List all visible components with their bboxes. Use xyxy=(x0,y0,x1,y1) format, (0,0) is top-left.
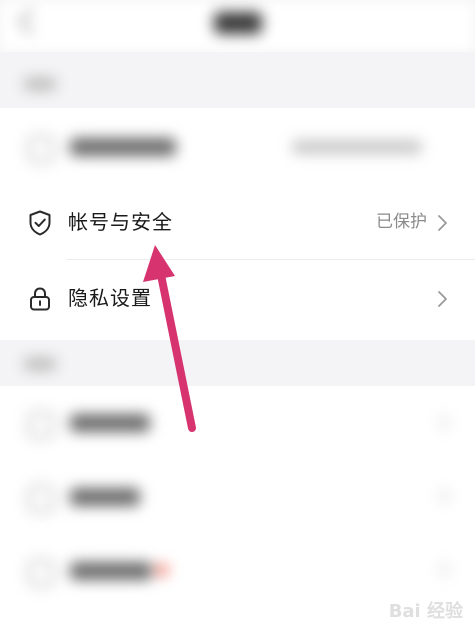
section-header xyxy=(0,340,475,386)
settings-row-blurred[interactable] xyxy=(0,388,475,458)
chevron-right-icon xyxy=(432,413,450,431)
lock-icon xyxy=(30,287,50,311)
settings-row-blurred[interactable] xyxy=(0,112,475,182)
chevron-right-icon xyxy=(438,215,447,231)
chevron-right-icon xyxy=(432,561,450,579)
red-dot-badge xyxy=(156,564,168,576)
section-label xyxy=(24,78,56,90)
back-arrow-icon[interactable] xyxy=(18,8,45,35)
page-title xyxy=(214,12,262,34)
settings-row-privacy[interactable]: 隐私设置 xyxy=(0,260,475,336)
row-label xyxy=(70,138,176,156)
privacy-label: 隐私设置 xyxy=(68,286,152,310)
section-header xyxy=(0,52,475,108)
row-icon xyxy=(28,412,54,438)
chevron-right-icon xyxy=(438,291,447,307)
row-icon xyxy=(28,486,54,512)
shield-check-icon xyxy=(29,210,51,236)
row-label xyxy=(70,488,140,506)
row-label xyxy=(70,414,150,432)
row-label xyxy=(70,562,152,580)
settings-row-account-security[interactable]: 帐号与安全 已保护 xyxy=(0,184,475,260)
account-security-label: 帐号与安全 xyxy=(68,210,173,234)
row-icon xyxy=(28,136,54,162)
chevron-right-icon xyxy=(432,487,450,505)
section-label xyxy=(24,358,56,370)
navbar xyxy=(0,0,475,52)
account-security-status: 已保护 xyxy=(376,212,427,232)
settings-row-blurred[interactable] xyxy=(0,462,475,532)
row-icon xyxy=(28,560,54,586)
settings-row-blurred[interactable] xyxy=(0,536,475,606)
settings-page: 帐号与安全 已保护 隐私设置 Bai 经验 xyxy=(0,0,475,633)
watermark: Bai 经验 xyxy=(388,601,463,622)
row-value xyxy=(292,140,422,154)
